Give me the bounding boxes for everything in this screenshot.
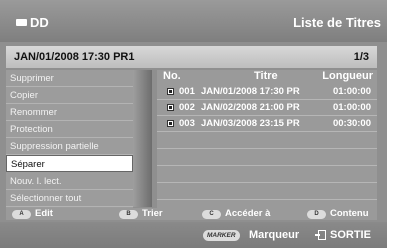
color-button-a-label: Edit bbox=[35, 208, 53, 219]
exit-icon[interactable] bbox=[315, 230, 326, 240]
empty-row bbox=[157, 132, 377, 149]
title-icon bbox=[167, 104, 174, 111]
row-length: 00:30:00 bbox=[332, 118, 371, 129]
color-button-a[interactable]: A Edit bbox=[12, 208, 53, 220]
row-length: 01:00:00 bbox=[332, 86, 371, 97]
info-bar: JAN/01/2008 17:30 PR1 1/3 bbox=[6, 46, 377, 68]
hdd-icon bbox=[16, 19, 27, 26]
color-button-d[interactable]: D Contenu bbox=[307, 208, 369, 220]
color-button-bar: A Edit B Trier C Accéder à D Contenu bbox=[6, 208, 377, 220]
menu-item-copier[interactable]: Copier bbox=[6, 87, 133, 104]
menu-item-suppression-partielle[interactable]: Suppression partielle bbox=[6, 138, 133, 155]
menu-item-nouv-liste-lecture[interactable]: Nouv. l. lect. bbox=[6, 173, 133, 190]
device-label: DD bbox=[30, 15, 49, 30]
table-row[interactable]: 003 JAN/03/2008 23:15 PR 00:30:00 bbox=[157, 116, 377, 132]
menu-item-renommer[interactable]: Renommer bbox=[6, 104, 133, 121]
title-icon bbox=[167, 88, 174, 95]
empty-row bbox=[157, 183, 377, 200]
row-title: JAN/02/2008 21:00 PR bbox=[201, 102, 300, 113]
title-icon bbox=[167, 120, 174, 127]
exit-label: SORTIE bbox=[330, 229, 371, 241]
title-bar: DD Liste de Titres bbox=[0, 0, 387, 42]
menu-item-separer[interactable]: Séparer bbox=[6, 155, 133, 172]
current-title-label: JAN/01/2008 17:30 PR1 bbox=[14, 51, 135, 63]
color-button-b-label: Trier bbox=[142, 208, 163, 219]
row-length: 01:00:00 bbox=[332, 102, 371, 113]
title-list-table: No. Titre Longueur 001 JAN/01/2008 17:30… bbox=[157, 70, 377, 208]
marker-label: Marqueur bbox=[249, 229, 300, 241]
row-number: 002 bbox=[179, 102, 195, 113]
row-title: JAN/03/2008 23:15 PR bbox=[201, 118, 300, 129]
menu-item-supprimer[interactable]: Supprimer bbox=[6, 70, 133, 87]
screen-title: Liste de Titres bbox=[293, 15, 381, 30]
color-button-c-label: Accéder à bbox=[225, 208, 271, 219]
marker-button[interactable]: MARKER bbox=[203, 230, 240, 241]
empty-row bbox=[157, 149, 377, 166]
bottom-bar: MARKER Marqueur SORTIE bbox=[0, 222, 387, 248]
menu-item-protection[interactable]: Protection bbox=[6, 121, 133, 138]
edit-menu: Supprimer Copier Renommer Protection Sup… bbox=[6, 70, 133, 208]
color-button-b[interactable]: B Trier bbox=[119, 208, 163, 220]
page-indicator: 1/3 bbox=[353, 51, 369, 63]
row-number: 001 bbox=[179, 86, 195, 97]
column-header-titre: Titre bbox=[254, 70, 278, 82]
key-b: B bbox=[119, 210, 138, 219]
dvd-recorder-screen: DD Liste de Titres JAN/01/2008 17:30 PR1… bbox=[0, 0, 387, 248]
color-button-c[interactable]: C Accéder à bbox=[202, 208, 270, 220]
table-row[interactable]: 002 JAN/02/2008 21:00 PR 01:00:00 bbox=[157, 100, 377, 116]
column-header-no: No. bbox=[163, 70, 181, 82]
table-row[interactable]: 001 JAN/01/2008 17:30 PR 01:00:00 bbox=[157, 84, 377, 100]
row-number: 003 bbox=[179, 118, 195, 129]
key-c: C bbox=[202, 210, 221, 219]
key-a: A bbox=[12, 210, 31, 219]
menu-item-selectionner-tout[interactable]: Sélectionner tout bbox=[6, 190, 133, 207]
key-d: D bbox=[307, 210, 326, 219]
table-header: No. Titre Longueur bbox=[157, 70, 377, 84]
column-header-longueur: Longueur bbox=[322, 70, 373, 82]
device-indicator: DD bbox=[16, 15, 49, 30]
color-button-d-label: Contenu bbox=[330, 208, 369, 219]
row-title: JAN/01/2008 17:30 PR bbox=[201, 86, 300, 97]
empty-row bbox=[157, 166, 377, 183]
